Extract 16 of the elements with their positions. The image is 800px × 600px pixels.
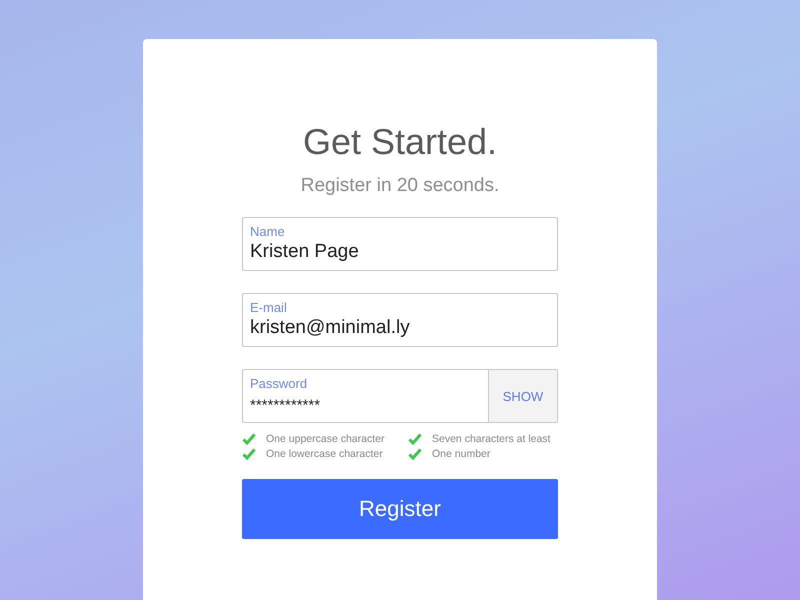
input-field[interactable]: E-mail kristen@minimal.ly [242,293,558,347]
field-value: kristen@minimal.ly [250,317,410,339]
rule-text: One lowercase character [266,448,383,460]
subtitle: Register in 20 seconds. [300,175,500,197]
field-value: ************ [250,397,320,414]
input-field[interactable]: Name Kristen Page [242,217,558,271]
password-field[interactable]: Password ************ SHOW [242,369,558,423]
field-label: Name [250,224,286,239]
title: Get Started. [302,121,498,163]
rule-text: One uppercase character [266,433,384,445]
field-value: Kristen Page [250,241,359,263]
field-label: E-mail [250,300,288,315]
register-button[interactable]: Register [242,479,558,539]
rule-text: Seven characters at least [432,433,550,445]
rule-text: One number [432,448,490,460]
field-label: Password [250,376,308,391]
